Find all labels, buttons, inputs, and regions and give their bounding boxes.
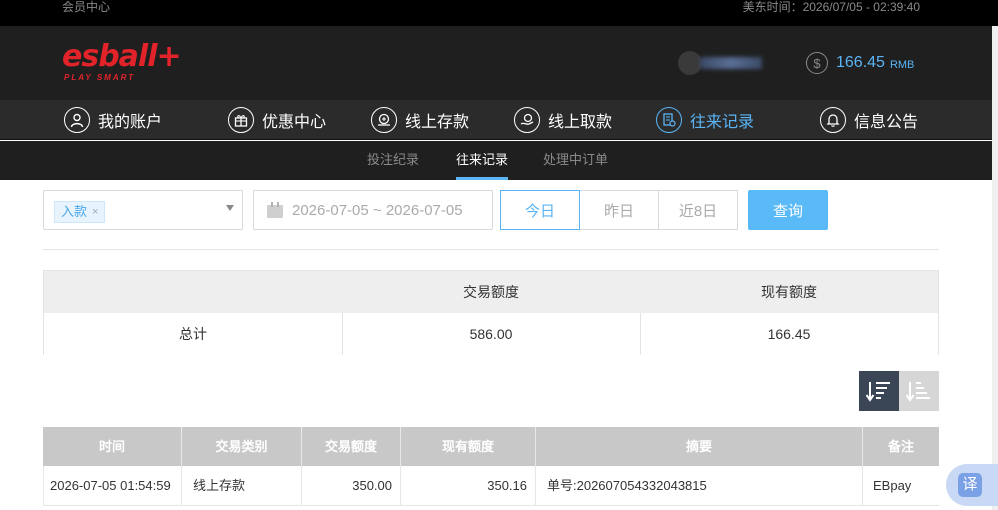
records-header-row: 时间 交易类别 交易额度 现有额度 摘要 备注 bbox=[43, 427, 939, 466]
translate-button[interactable]: 译 bbox=[946, 464, 998, 506]
balance-display: $ 166.45 RMB bbox=[806, 50, 914, 76]
calendar-icon bbox=[267, 202, 283, 218]
summary-total-label: 总计 bbox=[179, 326, 207, 342]
date-range-picker[interactable]: 2026-07-05 ~ 2026-07-05 bbox=[253, 190, 493, 230]
sort-ascending-button[interactable] bbox=[899, 371, 939, 411]
summary-total-row: 总计 586.00 166.45 bbox=[44, 313, 938, 355]
summary-transaction-amount: 586.00 bbox=[469, 326, 513, 342]
username-blurred bbox=[700, 57, 762, 69]
query-button[interactable]: 查询 bbox=[748, 190, 828, 230]
records-table: 时间 交易类别 交易额度 现有额度 摘要 备注 2026-07-05 01:54… bbox=[43, 427, 939, 510]
eastern-time-label: 美东时间：2026/07/05 - 02:39:40 bbox=[742, 0, 920, 14]
records-icon bbox=[656, 107, 682, 133]
summary-header-cell: 现有额度 bbox=[761, 284, 817, 300]
type-tag-label: 入款 bbox=[61, 204, 88, 219]
column-header-summary[interactable]: 摘要 bbox=[536, 427, 863, 466]
top-bar: 会员中心 美东时间：2026/07/05 - 02:39:40 bbox=[0, 0, 998, 26]
cell-type: 线上存款 bbox=[182, 466, 302, 506]
sort-asc-icon bbox=[906, 382, 930, 402]
balance-amount: 166.45 bbox=[836, 54, 885, 71]
type-tag: 入款 × bbox=[54, 201, 106, 223]
column-header-amount[interactable]: 交易额度 bbox=[302, 427, 401, 466]
today-button[interactable]: 今日 bbox=[500, 190, 580, 230]
summary-header-row: 交易额度 现有额度 bbox=[44, 271, 938, 313]
withdraw-icon bbox=[514, 107, 540, 133]
tab-transaction-records[interactable]: 往来记录 bbox=[456, 141, 509, 180]
column-header-time[interactable]: 时间 bbox=[43, 427, 182, 466]
transaction-type-select[interactable]: 入款 × bbox=[43, 190, 243, 230]
date-range-value: 2026-07-05 ~ 2026-07-05 bbox=[292, 201, 463, 219]
bell-icon bbox=[820, 107, 846, 133]
summary-header-cell bbox=[44, 271, 342, 313]
sort-descending-button[interactable] bbox=[859, 371, 899, 411]
avatar-icon bbox=[678, 51, 702, 75]
summary-table: 交易额度 现有额度 总计 586.00 166.45 bbox=[43, 270, 939, 355]
column-header-note[interactable]: 备注 bbox=[863, 427, 939, 466]
nav-item-announcements[interactable]: 信息公告 bbox=[820, 106, 918, 134]
nav-item-promotions[interactable]: 优惠中心 bbox=[228, 106, 326, 134]
nav-item-label: 信息公告 bbox=[854, 114, 919, 131]
balance-currency: RMB bbox=[889, 58, 915, 71]
dollar-coin-icon: $ bbox=[806, 52, 828, 74]
yesterday-button[interactable]: 昨日 bbox=[579, 190, 659, 230]
nav-item-records[interactable]: 往来记录 bbox=[656, 106, 754, 134]
cell-amount: 350.00 bbox=[302, 466, 401, 506]
nav-item-withdraw[interactable]: 线上取款 bbox=[514, 106, 612, 134]
translate-icon: 译 bbox=[958, 473, 982, 497]
header: esball+ PLAY SMART $ 166.45 RMB bbox=[0, 26, 998, 100]
nav-item-deposit[interactable]: 线上存款 bbox=[371, 106, 469, 134]
nav-item-label: 往来记录 bbox=[690, 114, 755, 131]
logo-subtitle: PLAY SMART bbox=[64, 73, 136, 82]
sort-desc-icon bbox=[866, 382, 890, 402]
sub-nav: 投注纪录 往来记录 处理中订单 bbox=[0, 141, 998, 180]
cell-balance: 350.16 bbox=[401, 466, 536, 506]
summary-header-cell: 交易额度 bbox=[463, 284, 519, 300]
column-header-balance[interactable]: 现有额度 bbox=[401, 427, 536, 466]
user-avatar[interactable] bbox=[678, 50, 762, 76]
nav-item-label: 我的账户 bbox=[98, 114, 163, 131]
esball-logo[interactable]: esball+ PLAY SMART bbox=[62, 40, 182, 86]
member-center-label: 会员中心 bbox=[62, 0, 111, 14]
close-icon[interactable]: × bbox=[92, 202, 98, 222]
column-header-type[interactable]: 交易类别 bbox=[182, 427, 302, 466]
gift-icon bbox=[228, 107, 254, 133]
last-8-days-button[interactable]: 近8日 bbox=[658, 190, 738, 230]
logo-text: esball+ bbox=[62, 39, 182, 74]
cell-summary: 单号:202607054332043815 bbox=[536, 466, 863, 506]
nav-item-label: 线上取款 bbox=[548, 114, 613, 131]
nav-item-label: 优惠中心 bbox=[262, 114, 327, 131]
cell-time: 2026-07-05 01:54:59 bbox=[44, 466, 182, 506]
summary-divider bbox=[640, 313, 641, 355]
main-nav: 我的账户 优惠中心 线上存款 线上取款 往来记录 信息公告 bbox=[0, 100, 998, 140]
summary-current-balance: 166.45 bbox=[767, 326, 811, 342]
deposit-icon bbox=[371, 107, 397, 133]
tab-pending-orders[interactable]: 处理中订单 bbox=[543, 141, 608, 180]
user-icon bbox=[64, 107, 90, 133]
tab-bet-records[interactable]: 投注纪录 bbox=[367, 141, 419, 180]
table-row[interactable]: 2026-07-05 01:54:59 线上存款 350.00 350.16 单… bbox=[43, 466, 939, 506]
nav-item-my-account[interactable]: 我的账户 bbox=[64, 106, 162, 134]
page-scrollbar[interactable] bbox=[992, 26, 998, 510]
divider bbox=[43, 249, 939, 250]
cell-note: EBpay bbox=[873, 478, 912, 493]
summary-divider bbox=[342, 313, 343, 355]
nav-item-label: 线上存款 bbox=[405, 114, 470, 131]
chevron-down-icon bbox=[226, 205, 234, 211]
